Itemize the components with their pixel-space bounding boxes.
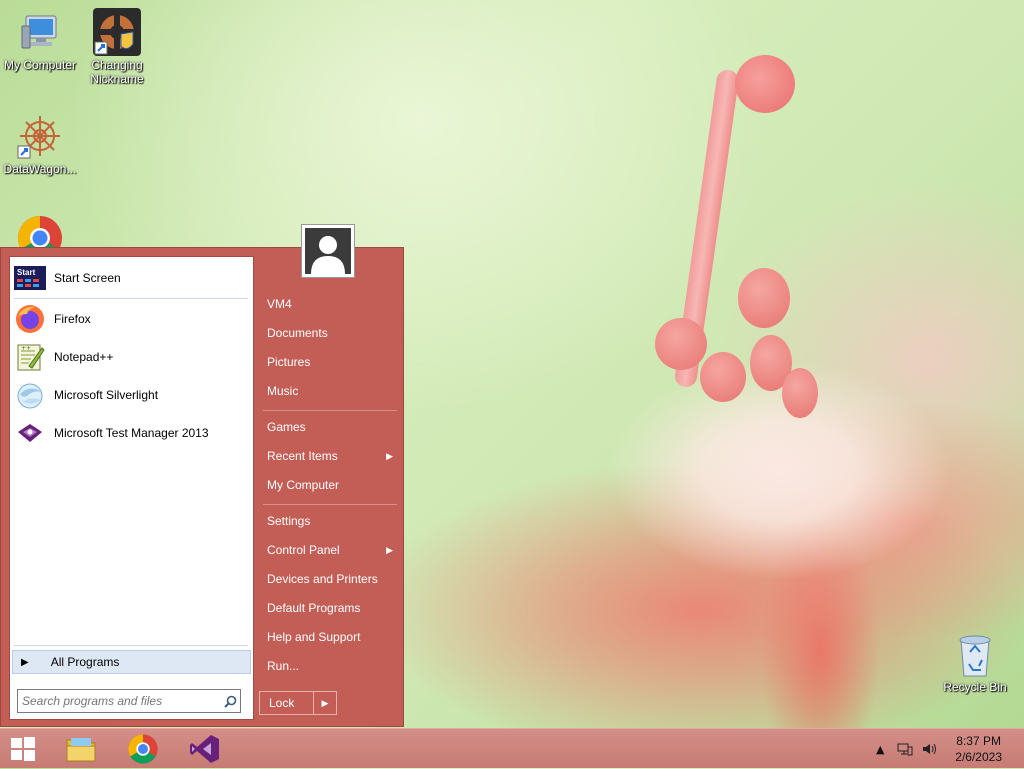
menu-label: Control Panel xyxy=(267,543,340,557)
taskbar: ▲ 8:37 PM 2/6/2023 xyxy=(0,728,1024,768)
svg-text:++: ++ xyxy=(21,345,31,352)
program-test-manager[interactable]: Microsoft Test Manager 2013 xyxy=(14,416,250,450)
start-menu: Start Start Screen Firefox ++ Notepad++ … xyxy=(0,224,404,727)
menu-label: VM4 xyxy=(267,297,292,311)
desktop-icon-chrome[interactable] xyxy=(0,212,80,248)
program-label: Microsoft Silverlight xyxy=(54,388,159,402)
volume-icon[interactable] xyxy=(921,729,937,769)
search-icon[interactable] xyxy=(220,695,240,708)
search-box[interactable] xyxy=(17,689,241,713)
firefox-icon xyxy=(14,303,46,335)
menu-run[interactable]: Run... xyxy=(259,652,399,680)
menu-divider xyxy=(263,504,397,505)
menu-documents[interactable]: Documents xyxy=(259,319,399,347)
menu-label: Recent Items xyxy=(267,449,338,463)
wallpaper-flower-head xyxy=(735,55,795,113)
triangle-right-icon: ▶ xyxy=(21,656,29,668)
all-programs-button[interactable]: ▶ All Programs xyxy=(12,650,251,674)
tray-show-hidden-icon[interactable]: ▲ xyxy=(876,729,884,769)
menu-games[interactable]: Games xyxy=(259,413,399,441)
taskbar-clock[interactable]: 8:37 PM 2/6/2023 xyxy=(955,733,1002,765)
menu-label: Devices and Printers xyxy=(267,572,378,586)
menu-settings[interactable]: Settings xyxy=(259,507,399,535)
all-programs-label: All Programs xyxy=(50,655,120,669)
menu-label: Run... xyxy=(267,659,300,673)
user-silhouette-icon xyxy=(305,228,351,274)
computer-icon xyxy=(16,8,64,56)
program-firefox[interactable]: Firefox xyxy=(14,302,250,336)
desktop-icon-label: Recycle Bin xyxy=(943,680,1007,694)
program-label: Start Screen xyxy=(54,271,121,285)
recycle-bin-icon xyxy=(955,630,995,678)
program-label: Firefox xyxy=(54,312,91,326)
menu-label: Help and Support xyxy=(267,630,361,644)
folder-icon xyxy=(66,738,96,762)
program-notepadpp[interactable]: ++ Notepad++ xyxy=(14,340,250,374)
menu-pictures[interactable]: Pictures xyxy=(259,348,399,376)
programs-divider xyxy=(14,645,248,646)
menu-divider xyxy=(263,410,397,411)
menu-control-panel[interactable]: Control Panel ▶ xyxy=(259,536,399,564)
user-avatar[interactable] xyxy=(301,224,355,278)
windows-logo-icon xyxy=(11,737,35,761)
taskbar-visual-studio[interactable] xyxy=(182,729,228,769)
menu-help-support[interactable]: Help and Support xyxy=(259,623,399,651)
menu-label: Settings xyxy=(267,514,311,528)
desktop-icon-datawagon[interactable]: DataWagon... xyxy=(0,112,80,176)
silverlight-icon xyxy=(14,379,46,411)
wallpaper-flower-bud xyxy=(655,318,707,370)
programs-divider xyxy=(14,298,248,299)
app-shortcut-icon xyxy=(93,8,141,56)
start-button[interactable] xyxy=(0,729,46,769)
taskbar-chrome[interactable] xyxy=(120,729,166,769)
test-manager-icon xyxy=(14,417,46,449)
wallpaper-flower-bud xyxy=(782,368,818,418)
lock-label: Lock xyxy=(260,692,314,714)
program-label: Notepad++ xyxy=(54,350,114,364)
notepadpp-icon: ++ xyxy=(14,341,46,373)
start-menu-programs-pane: Start Start Screen Firefox ++ Notepad++ … xyxy=(9,256,254,720)
menu-label: Documents xyxy=(267,326,328,340)
lock-button[interactable]: Lock ▶ xyxy=(259,691,337,715)
desktop-icon-label: Changing Nickname xyxy=(90,58,144,86)
chrome-icon xyxy=(16,212,64,248)
program-label: Microsoft Test Manager 2013 xyxy=(54,426,209,440)
menu-label: Games xyxy=(267,420,306,434)
menu-default-programs[interactable]: Default Programs xyxy=(259,594,399,622)
chrome-icon xyxy=(128,734,158,764)
menu-user-folder[interactable]: VM4 xyxy=(259,290,399,318)
wallpaper-flower-bud xyxy=(700,352,746,402)
visual-studio-icon xyxy=(190,735,219,763)
search-input[interactable] xyxy=(18,691,220,711)
clock-time: 8:37 PM xyxy=(956,734,1001,748)
menu-music[interactable]: Music xyxy=(259,377,399,405)
lock-options-arrow-icon[interactable]: ▶ xyxy=(314,692,336,714)
program-silverlight[interactable]: Microsoft Silverlight xyxy=(14,378,250,412)
submenu-arrow-icon: ▶ xyxy=(386,544,393,555)
datawagon-icon xyxy=(16,112,64,160)
taskbar-file-explorer[interactable] xyxy=(58,729,104,769)
desktop-icon-label: My Computer xyxy=(3,58,77,72)
menu-label: My Computer xyxy=(267,478,340,492)
menu-my-computer[interactable]: My Computer xyxy=(259,471,399,499)
desktop-icon-recycle-bin[interactable]: Recycle Bin xyxy=(935,630,1015,694)
start-screen-icon: Start xyxy=(14,262,46,294)
wallpaper-flower-bud xyxy=(738,268,790,328)
desktop-icon-label: DataWagon... xyxy=(3,162,77,176)
submenu-arrow-icon: ▶ xyxy=(386,450,393,461)
menu-label: Pictures xyxy=(267,355,311,369)
desktop-icon-changing-nickname[interactable]: Changing Nickname xyxy=(77,8,157,86)
menu-label: Default Programs xyxy=(267,601,361,615)
clock-date: 2/6/2023 xyxy=(955,750,1002,764)
program-start-screen[interactable]: Start Start Screen xyxy=(14,261,250,295)
menu-recent-items[interactable]: Recent Items ▶ xyxy=(259,442,399,470)
menu-label: Music xyxy=(267,384,299,398)
network-icon[interactable] xyxy=(897,729,913,769)
desktop-icon-my-computer[interactable]: My Computer xyxy=(0,8,80,72)
menu-devices-printers[interactable]: Devices and Printers xyxy=(259,565,399,593)
start-screen-badge: Start xyxy=(17,268,36,277)
